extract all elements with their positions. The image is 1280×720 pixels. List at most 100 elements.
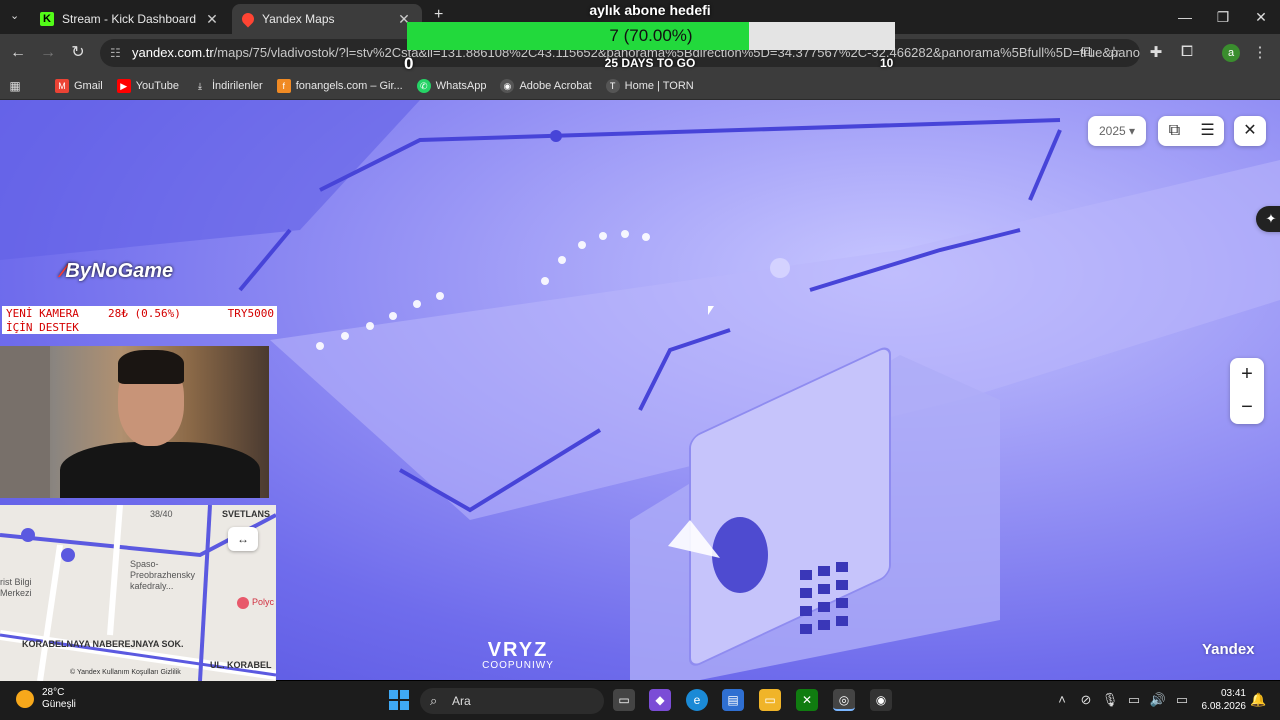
chrome-icon[interactable]: ◎: [833, 689, 855, 711]
tab-close-icon[interactable]: ✕: [204, 11, 220, 28]
menu-icon[interactable]: ⋮: [1249, 43, 1271, 61]
copilot-icon[interactable]: ◆: [649, 689, 671, 711]
file-explorer-icon[interactable]: ▭: [759, 689, 781, 711]
zoom-out-button[interactable]: −: [1230, 391, 1264, 424]
notification-bell-icon[interactable]: 🔔: [1250, 692, 1266, 708]
expand-map-button[interactable]: ↔: [228, 527, 258, 551]
tab-search-icon[interactable]: ⌄: [10, 9, 19, 22]
system-clock[interactable]: 03:41 6.08.2026: [1196, 687, 1247, 713]
webcam-feed: [0, 346, 269, 498]
network-icon[interactable]: ▭: [1122, 692, 1146, 708]
ai-assistant-icon[interactable]: ✦: [1256, 206, 1280, 232]
donation-goal-widget: YENİ KAMERA 28₺ (0.56%) TRY5000 İÇİN DES…: [2, 306, 277, 334]
street-label: UL. KORABEL: [210, 660, 272, 670]
window-close-icon[interactable]: ✕: [1242, 0, 1280, 34]
street-label: SVETLANS: [222, 509, 271, 519]
webcam-person-body: [60, 442, 260, 498]
maximize-icon[interactable]: ❐: [1204, 0, 1242, 34]
weather-widget[interactable]: 28°C Güneşli: [16, 687, 76, 711]
bookmark-fonangels[interactable]: f fonangels.com – Gir...: [276, 78, 403, 93]
bookmark-label: Home | TORN: [624, 79, 694, 92]
url-host: yandex.com.tr: [132, 45, 214, 60]
clock-time: 03:41: [1220, 688, 1246, 699]
fonangels-icon: f: [276, 78, 291, 93]
xbox-icon[interactable]: ✕: [796, 689, 818, 711]
kick-icon: K: [40, 12, 54, 26]
year-selector[interactable]: 2025 ▾: [1088, 116, 1146, 146]
zoom-in-button[interactable]: +: [1230, 358, 1264, 391]
store-icon[interactable]: ▤: [722, 689, 744, 711]
bookmark-acrobat[interactable]: ◉ Adobe Acrobat: [500, 78, 592, 93]
bookmark-star-icon[interactable]: ☆: [1103, 43, 1125, 61]
map-legal-links[interactable]: © Yandex Kullanım Koşulları Gizlilik: [70, 669, 181, 676]
reload-icon[interactable]: ↻: [68, 43, 88, 63]
bynogame-text: ByNoGame: [65, 260, 174, 282]
goal-end-value: 10: [880, 56, 894, 70]
torn-icon: T: [605, 78, 620, 93]
watermark-title: VRYZ: [487, 639, 549, 661]
search-icon: ⌕: [430, 693, 438, 708]
download-icon: ⤓: [197, 80, 202, 91]
sun-icon: [16, 690, 34, 708]
stream-watermark: VRYZ COOPUNIWY: [460, 640, 576, 671]
back-icon[interactable]: ←: [8, 43, 28, 63]
site-info-icon[interactable]: ☷: [110, 39, 121, 67]
bookmark-gmail[interactable]: M Gmail: [55, 78, 103, 93]
mini-map-counter: 38/40: [150, 509, 173, 519]
goal-title: aylık abone hedefi: [589, 2, 711, 18]
taskbar-search[interactable]: ⌕ Ara: [420, 688, 604, 714]
donation-subtitle: İÇİN DESTEK: [6, 321, 79, 334]
bookmark-youtube[interactable]: ▶ YouTube: [116, 78, 179, 93]
map-pin-icon: [239, 10, 257, 28]
open-external-icon[interactable]: ⧉: [1158, 116, 1191, 146]
bookmark-label: Adobe Acrobat: [519, 79, 592, 92]
hamburger-menu-icon[interactable]: ☰: [1191, 116, 1224, 146]
hidden-apps-icon[interactable]: ⊘: [1074, 692, 1098, 708]
acrobat-icon: ◉: [500, 78, 515, 93]
edge-icon[interactable]: e: [686, 689, 708, 711]
street-label: KORABELNAYA NABEREJNAYA SOK.: [22, 639, 184, 649]
battery-icon[interactable]: ▭: [1170, 692, 1194, 708]
obs-icon[interactable]: ◉: [870, 689, 892, 711]
clock-date: 6.08.2026: [1201, 701, 1247, 712]
mouse-cursor: [708, 306, 714, 315]
panorama-actions: ⧉ ☰: [1158, 116, 1224, 146]
minimize-icon[interactable]: —: [1166, 0, 1204, 34]
tab-kick-dashboard[interactable]: K Stream - Kick Dashboard ✕: [30, 4, 230, 34]
bookmark-whatsapp[interactable]: ✆ WhatsApp: [416, 78, 486, 93]
poi-label: Preobrazhensky: [130, 570, 196, 580]
apps-grid-icon[interactable]: ▦: [8, 79, 27, 93]
goal-progress-bar: 7 (70.00%): [407, 22, 895, 50]
windows-start-icon[interactable]: [388, 689, 410, 711]
goal-start-value: 0: [404, 54, 414, 73]
tab-title: Stream - Kick Dashboard: [62, 12, 197, 26]
chevron-up-icon[interactable]: ˄: [1050, 692, 1074, 708]
tab-yandex-maps[interactable]: Yandex Maps ✕: [232, 4, 422, 34]
donation-title: YENİ KAMERA: [6, 307, 79, 320]
bookmark-torn[interactable]: T Home | TORN: [605, 78, 694, 93]
year-value: 2025: [1098, 124, 1126, 138]
microphone-icon[interactable]: 🎙: [1098, 692, 1122, 708]
youtube-icon: ▶: [116, 78, 131, 93]
close-panorama-button[interactable]: ✕: [1234, 116, 1266, 146]
bookmark-label: Gmail: [74, 79, 103, 92]
task-view-icon[interactable]: ▭: [613, 689, 635, 711]
forward-icon[interactable]: →: [38, 43, 58, 63]
system-tray: ˄ ⊘ 🎙 ▭ 🔊 ▭: [1050, 692, 1194, 708]
extensions-icon[interactable]: ⧠: [1176, 43, 1198, 60]
whatsapp-icon: ✆: [416, 78, 431, 93]
install-app-icon[interactable]: ⧉: [1076, 43, 1098, 60]
donation-progress: 28₺ (0.56%): [108, 307, 181, 320]
weather-temp: 28°C: [42, 687, 65, 698]
poi-label: Merkezi: [0, 588, 32, 598]
weather-condition: Güneşli: [42, 699, 76, 710]
poi-label: rist Bilgi: [0, 577, 32, 587]
profile-avatar[interactable]: a: [1222, 44, 1240, 62]
bookmark-downloads[interactable]: ⤓ İndirilenler: [193, 79, 263, 93]
games-icon[interactable]: ✚: [1145, 43, 1167, 61]
bynogame-logo: ⁄ByNoGame: [62, 260, 173, 283]
volume-icon[interactable]: 🔊: [1146, 692, 1170, 708]
tab-title: Yandex Maps: [262, 12, 335, 26]
poi-label: Polyc: [252, 597, 275, 607]
mini-map[interactable]: 38/40 SVETLANS Spaso- Preobrazhensky kaf…: [0, 505, 276, 681]
